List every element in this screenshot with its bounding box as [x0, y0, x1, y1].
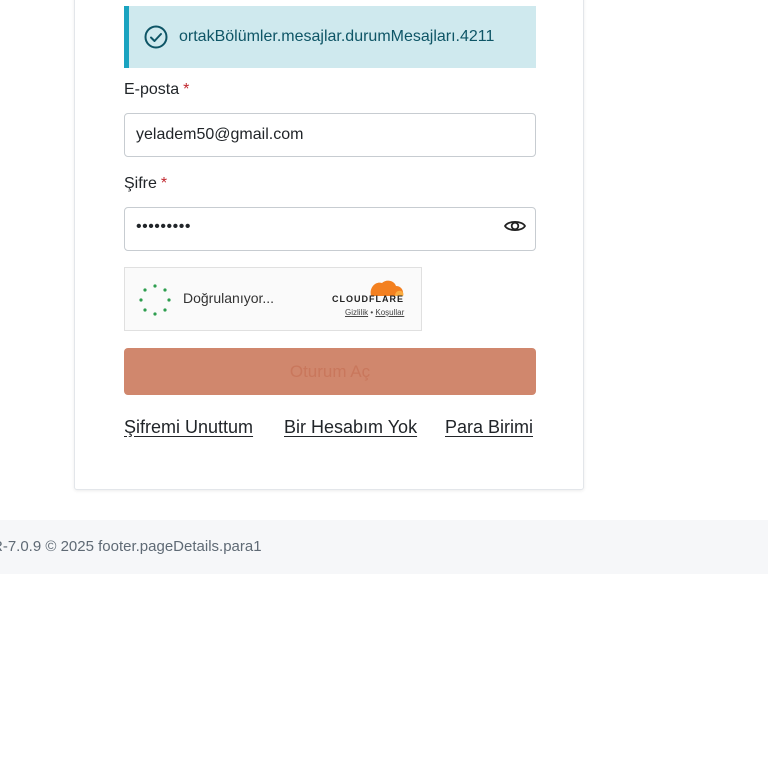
terms-link[interactable]: Koşullar [375, 308, 404, 317]
captcha-status: Doğrulanıyor... [183, 290, 275, 306]
check-circle-icon [143, 24, 169, 50]
email-label: E-posta * [124, 81, 189, 99]
loading-spinner-icon [139, 284, 171, 316]
captcha-links: Gizlilik • Koşullar [345, 308, 404, 317]
no-account-link[interactable]: Bir Hesabım Yok [284, 417, 417, 438]
status-alert: ortakBölümler.mesajlar.durumMesajları.42… [124, 6, 536, 68]
password-label-text: Şifre [124, 175, 157, 192]
required-marker: * [183, 81, 190, 98]
link-separator: • [370, 308, 374, 317]
footer-text: R-7.0.9 © 2025 footer.pageDetails.para1 [0, 538, 262, 555]
password-value: ••••••••• [136, 218, 191, 235]
eye-icon[interactable] [503, 214, 527, 238]
required-marker: * [160, 175, 168, 192]
forgot-password-link[interactable]: Şifremi Unuttum [124, 417, 253, 438]
cloudflare-captcha[interactable]: Doğrulanıyor... CLOUDFLARE Gizlilik • Ko… [124, 267, 422, 331]
login-button[interactable]: Oturum Aç [124, 348, 536, 395]
footer: R-7.0.9 © 2025 footer.pageDetails.para1 [0, 520, 768, 574]
currency-link[interactable]: Para Birimi [445, 417, 533, 438]
email-field[interactable] [124, 113, 536, 157]
password-label: Şifre * [124, 175, 167, 193]
alert-message: ortakBölümler.mesajlar.durumMesajları.42… [179, 28, 495, 45]
email-label-text: E-posta [124, 81, 180, 98]
cloudflare-brand: CLOUDFLARE [332, 294, 404, 304]
privacy-link[interactable]: Gizlilik [345, 308, 368, 317]
